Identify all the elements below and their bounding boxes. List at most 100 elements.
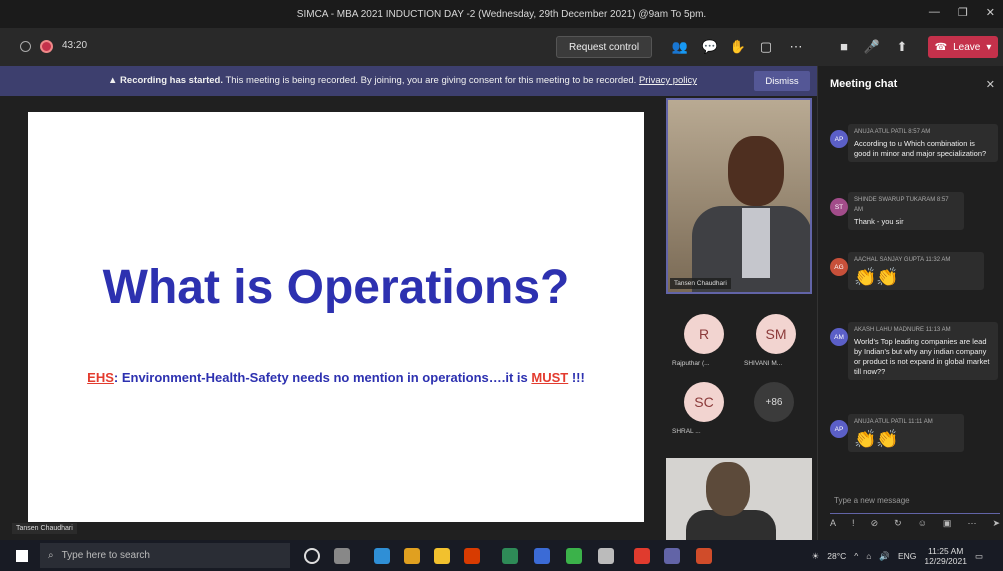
weather-icon: ☀ bbox=[811, 550, 820, 561]
slide-subtitle: EHS: Environment-Health-Safety needs no … bbox=[28, 370, 644, 385]
avatar: AP bbox=[830, 420, 848, 438]
word-icon[interactable] bbox=[534, 548, 550, 564]
close-icon[interactable]: ✕ bbox=[986, 6, 995, 19]
acrobat-icon[interactable] bbox=[634, 548, 650, 564]
message-text: World's Top leading companies are lead b… bbox=[854, 337, 990, 376]
volume-icon[interactable]: 🔊 bbox=[879, 551, 890, 562]
avatar[interactable]: R bbox=[684, 314, 724, 354]
message-meta: AKASH LAHU MADNURE 11:13 AM bbox=[854, 327, 951, 333]
task-view-icon[interactable] bbox=[334, 548, 350, 564]
office-icon[interactable] bbox=[464, 548, 480, 564]
chat-message: ANUJA ATUL PATIL 8:57 AM According to u … bbox=[848, 124, 998, 162]
self-video[interactable] bbox=[666, 458, 812, 540]
title-bar: SIMCA - MBA 2021 INDUCTION DAY -2 (Wedne… bbox=[0, 0, 1003, 28]
file-explorer-icon[interactable] bbox=[434, 548, 450, 564]
banner-text: ▲ Recording has started. This meeting is… bbox=[108, 75, 697, 86]
avatar[interactable]: SM bbox=[756, 314, 796, 354]
more-options-icon[interactable]: ⋯ bbox=[786, 37, 806, 57]
windows-start-icon[interactable] bbox=[16, 550, 28, 562]
privacy-policy-link[interactable]: Privacy policy bbox=[639, 75, 697, 86]
search-placeholder: Type here to search bbox=[61, 550, 150, 561]
participants-icon[interactable]: 👥 bbox=[670, 37, 690, 57]
share-icon[interactable]: ⬆ bbox=[892, 37, 912, 57]
slide-title: What is Operations? bbox=[102, 261, 570, 314]
chat-compose-toolbar: A ! ⊘ ↻ ☺ ▣ ⋯ ➤ bbox=[830, 518, 1000, 529]
recording-banner: ▲ Recording has started. This meeting is… bbox=[0, 66, 817, 96]
avatar: AM bbox=[830, 328, 848, 346]
presenter-video[interactable]: Tansen Chaudhari bbox=[666, 98, 812, 294]
loop-icon[interactable]: ↻ bbox=[894, 518, 902, 529]
warning-icon: ▲ bbox=[108, 75, 121, 86]
slide-sub-emph: MUST bbox=[531, 370, 569, 385]
minimize-icon[interactable]: — bbox=[929, 6, 940, 19]
avatar: AP bbox=[830, 130, 848, 148]
teams-window: SIMCA - MBA 2021 INDUCTION DAY -2 (Wedne… bbox=[0, 0, 1003, 571]
chrome-alt-icon[interactable] bbox=[566, 548, 582, 564]
chrome-icon[interactable] bbox=[404, 548, 420, 564]
taskbar-search[interactable]: ⌕ Type here to search bbox=[40, 543, 290, 568]
clock[interactable]: 11:25 AM 12/29/2021 bbox=[924, 546, 967, 566]
emoji-icon[interactable]: ☺ bbox=[918, 518, 927, 529]
chat-message: AACHAL SANJAY GUPTA 11:32 AM 👏👏 bbox=[848, 252, 984, 290]
window-title: SIMCA - MBA 2021 INDUCTION DAY -2 (Wedne… bbox=[296, 8, 707, 20]
avatar[interactable]: SC bbox=[684, 382, 724, 422]
banner-bold: Recording has started. bbox=[120, 75, 223, 86]
network-icon[interactable]: ⌂ bbox=[866, 551, 871, 561]
powerpoint-icon[interactable] bbox=[696, 548, 712, 564]
message-meta: AACHAL SANJAY GUPTA 11:32 AM bbox=[854, 257, 951, 263]
edge-icon[interactable] bbox=[374, 548, 390, 564]
language-indicator[interactable]: ENG bbox=[898, 551, 916, 561]
clock-date: 12/29/2021 bbox=[924, 556, 967, 566]
raise-hand-icon[interactable]: ✋ bbox=[728, 37, 748, 57]
meeting-toolbar: 43:20 Request control 👥 💬 ✋ ▢ ⋯ ■ 🎤 ⬆ ☎ … bbox=[0, 28, 1003, 66]
leave-button[interactable]: ☎ Leave ▾ bbox=[928, 36, 998, 58]
request-control-button[interactable]: Request control bbox=[556, 36, 653, 58]
rooms-icon[interactable]: ▢ bbox=[756, 37, 776, 57]
camera-icon[interactable]: ■ bbox=[834, 37, 854, 57]
temperature: 28°C bbox=[827, 551, 847, 561]
message-meta: SHINDE SWARUP TUKARAM 8:57 AM bbox=[854, 197, 949, 213]
message-meta: ANUJA ATUL PATIL 8:57 AM bbox=[854, 129, 931, 135]
slide-sub-suffix: !!! bbox=[568, 370, 585, 385]
participant-label: SHRAL ... bbox=[672, 428, 701, 435]
notifications-icon[interactable]: ▭ bbox=[975, 551, 983, 562]
avatar: ST bbox=[830, 198, 848, 216]
send-icon[interactable]: ➤ bbox=[992, 518, 1000, 529]
presenter-label: Tansen Chaudhari bbox=[12, 523, 77, 534]
chat-title: Meeting chat bbox=[830, 78, 898, 90]
video-person-head bbox=[706, 462, 750, 516]
more-icon[interactable]: ⋯ bbox=[967, 518, 976, 529]
video-person-head bbox=[728, 136, 784, 206]
slide-sub-middle: : Environment-Health-Safety needs no men… bbox=[113, 370, 532, 385]
meeting-timer: 43:20 bbox=[62, 40, 88, 51]
maximize-icon[interactable]: ❐ bbox=[958, 6, 968, 19]
chevron-up-icon[interactable]: ^ bbox=[854, 551, 858, 561]
message-text: 👏👏 bbox=[854, 429, 899, 449]
message-text: 👏👏 bbox=[854, 267, 899, 287]
chat-message: AKASH LAHU MADNURE 11:13 AM World's Top … bbox=[848, 322, 998, 380]
mic-off-icon[interactable]: 🎤 bbox=[862, 37, 882, 57]
excel-icon[interactable] bbox=[502, 548, 518, 564]
video-person-shirt bbox=[742, 208, 770, 278]
window-controls: — ❐ ✕ bbox=[929, 6, 995, 19]
system-tray: ☀ 28°C ^ ⌂ 🔊 ENG 11:25 AM 12/29/2021 ▭ bbox=[812, 546, 983, 566]
leave-label: Leave bbox=[953, 41, 981, 53]
more-participants-button[interactable]: +86 bbox=[754, 382, 794, 422]
participant-label: Rajputhar (... bbox=[672, 360, 710, 367]
close-icon[interactable]: ✕ bbox=[986, 78, 995, 91]
cortana-icon[interactable] bbox=[304, 548, 320, 564]
search-icon: ⌕ bbox=[48, 550, 54, 561]
video-name-label: Tansen Chaudhari bbox=[670, 278, 731, 289]
attach-icon[interactable]: ⊘ bbox=[871, 518, 879, 529]
priority-icon[interactable]: ! bbox=[852, 518, 855, 529]
chat-message-input[interactable]: Type a new message bbox=[830, 490, 1000, 514]
chat-icon[interactable]: 💬 bbox=[700, 37, 720, 57]
teams-icon[interactable] bbox=[664, 548, 680, 564]
format-icon[interactable]: A bbox=[830, 518, 836, 529]
message-text: According to u Which combination is good… bbox=[854, 139, 987, 158]
settings-icon[interactable] bbox=[598, 548, 614, 564]
phone-icon: ☎ bbox=[934, 41, 948, 53]
dismiss-button[interactable]: Dismiss bbox=[754, 71, 810, 91]
participant-grid: R Rajputhar (... SM SHIVANI M... SC SHRA… bbox=[668, 304, 814, 454]
gif-icon[interactable]: ▣ bbox=[943, 518, 952, 529]
